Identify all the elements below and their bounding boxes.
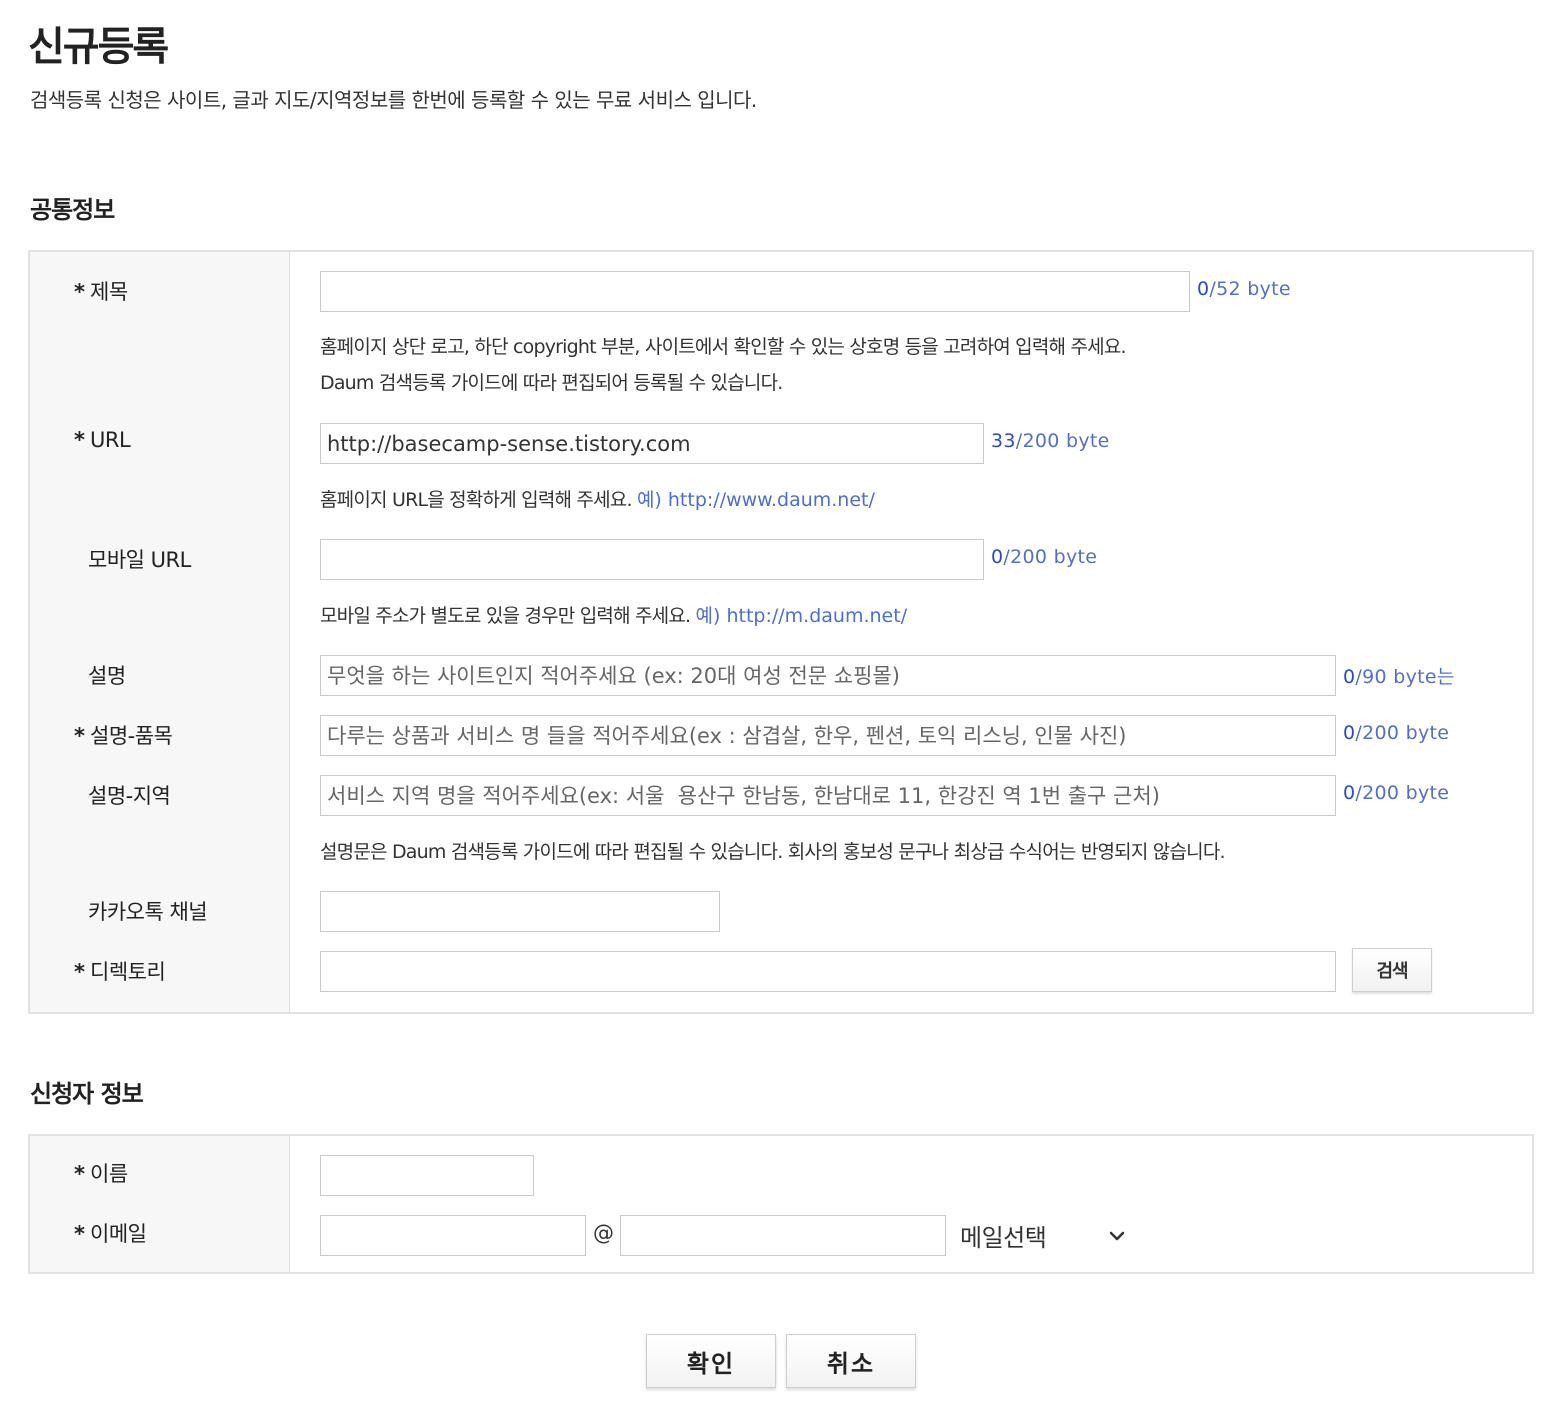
email-label: * 이메일 <box>74 1222 147 1246</box>
name-input[interactable] <box>320 1155 534 1196</box>
email-domain-input[interactable] <box>620 1215 946 1256</box>
chevron-down-icon <box>1109 1231 1125 1241</box>
directory-input[interactable] <box>320 951 1336 992</box>
cancel-button[interactable]: 취소 <box>786 1334 916 1388</box>
url-label: * URL <box>74 428 131 452</box>
directory-label: * 디렉토리 <box>74 960 166 984</box>
kakao-channel-label: 카카오톡 채널 <box>88 900 208 924</box>
page-description: 검색등록 신청은 사이트, 글과 지도/지역정보를 한번에 등록할 수 있는 무… <box>30 88 757 112</box>
description-byte-counter: 0/90 byte는 <box>1343 666 1455 688</box>
url-example: 예) http://www.daum.net/ <box>636 489 875 511</box>
description-region-input[interactable] <box>320 775 1336 816</box>
description-input[interactable] <box>320 655 1336 696</box>
mobile-url-example: 예) http://m.daum.net/ <box>695 605 908 627</box>
required-mark: * <box>74 280 85 304</box>
confirm-button[interactable]: 확인 <box>646 1334 776 1388</box>
description-label: 설명 <box>88 664 126 688</box>
email-id-input[interactable] <box>320 1215 586 1256</box>
mobile-url-byte-counter: 0/200 byte <box>991 546 1098 568</box>
url-byte-counter: 33/200 byte <box>991 430 1110 452</box>
page-title: 신규등록 <box>28 24 169 70</box>
description-item-input[interactable] <box>320 715 1336 756</box>
description-help-text: 설명문은 Daum 검색등록 가이드에 따라 편집될 수 있습니다. 회사의 홍… <box>320 841 1226 863</box>
title-help-text-2: Daum 검색등록 가이드에 따라 편집되어 등록될 수 있습니다. <box>320 372 783 394</box>
mobile-url-input[interactable] <box>320 539 984 580</box>
applicant-info-form: * 이름 * 이메일 @ 메일선택 <box>28 1134 1534 1274</box>
title-label: * 제목 <box>74 280 128 304</box>
description-region-label: 설명-지역 <box>88 784 171 808</box>
applicant-section-title: 신청자 정보 <box>30 1080 144 1108</box>
mail-select-label: 메일선택 <box>960 1224 1047 1252</box>
description-item-byte-counter: 0/200 byte <box>1343 722 1450 744</box>
mobile-url-help-text: 모바일 주소가 별도로 있을 경우만 입력해 주세요. 예) http://m.… <box>320 605 908 627</box>
description-region-byte-counter: 0/200 byte <box>1343 782 1450 804</box>
directory-search-button[interactable]: 검색 <box>1352 948 1432 992</box>
title-byte-counter: 0/52 byte <box>1197 278 1291 300</box>
at-sign: @ <box>593 1221 614 1245</box>
mobile-url-label: 모바일 URL <box>88 548 191 572</box>
common-info-form: * 제목 0/52 byte 홈페이지 상단 로고, 하단 copyright 부… <box>28 250 1534 1014</box>
kakao-channel-input[interactable] <box>320 891 720 932</box>
url-help-text: 홈페이지 URL을 정확하게 입력해 주세요. 예) http://www.da… <box>320 489 875 511</box>
mail-select-dropdown[interactable]: 메일선택 <box>960 1215 1140 1256</box>
title-input[interactable] <box>320 271 1190 312</box>
description-item-label: * 설명-품목 <box>74 724 173 748</box>
title-help-text: 홈페이지 상단 로고, 하단 copyright 부분, 사이트에서 확인할 수… <box>320 336 1127 358</box>
url-input[interactable] <box>320 423 984 464</box>
name-label: * 이름 <box>74 1162 128 1186</box>
label-column <box>30 1136 290 1272</box>
common-section-title: 공통정보 <box>30 196 115 224</box>
